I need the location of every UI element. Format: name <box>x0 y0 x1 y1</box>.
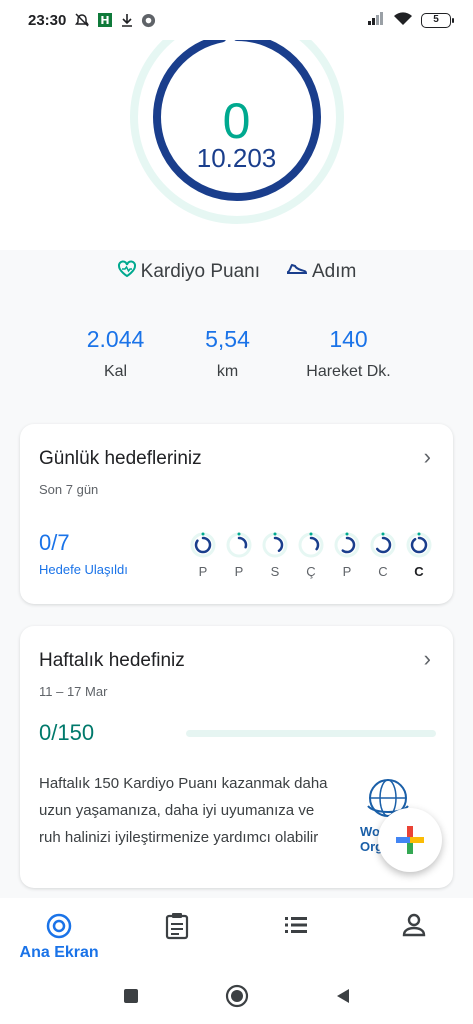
svg-text:H: H <box>101 14 110 27</box>
weekly-description: Haftalık 150 Kardiyo Puanı kazanmak daha… <box>39 775 328 846</box>
day-letter: S <box>270 564 280 579</box>
daily-goals-card[interactable]: Günlük hedefleriniz › Son 7 gün 0/7 Hede… <box>20 424 453 604</box>
browse-list-icon <box>284 917 307 933</box>
day-letter: P <box>234 564 244 579</box>
alarm-off-icon <box>74 12 90 28</box>
day-rings: PPSÇPCC <box>186 532 436 579</box>
nav-profile[interactable] <box>364 912 464 938</box>
day-ring-item: S <box>258 532 292 579</box>
stat-calories[interactable]: 2.044 Kal <box>60 326 172 381</box>
day-ring-icon <box>226 532 252 558</box>
date-range: 11 – 17 Mar <box>39 684 108 699</box>
shoe-icon <box>286 260 308 284</box>
stat-value: 5,54 <box>205 326 250 352</box>
day-ring-icon <box>298 532 324 558</box>
day-ring-item: P <box>330 532 364 579</box>
heart-icon <box>117 260 137 284</box>
day-ring-item: P <box>186 532 220 579</box>
chevron-right-icon[interactable]: › <box>424 444 431 470</box>
daily-goal-count-label: Hedefe Ulaşıldı <box>39 562 128 577</box>
stat-label: km <box>216 363 239 380</box>
day-ring-icon <box>406 532 432 558</box>
weekly-goal-count: 0/150 <box>39 720 95 745</box>
stat-move-minutes[interactable]: 140 Hareket Dk. <box>284 326 414 381</box>
circle-icon <box>225 984 248 1008</box>
card-subtitle: Son 7 gün <box>39 482 99 497</box>
back-triangle-icon <box>336 989 349 1003</box>
weekly-progress-bar <box>186 730 436 737</box>
home-button[interactable] <box>224 983 250 1009</box>
stat-value: 2.044 <box>86 326 145 352</box>
nav-journal[interactable] <box>127 912 227 940</box>
square-icon <box>123 989 138 1003</box>
system-navigation-bar <box>0 968 473 1024</box>
legend-cardio[interactable]: Kardiyo Puanı <box>117 260 260 284</box>
day-ring-item: C <box>402 532 436 579</box>
day-ring-item: C <box>366 532 400 579</box>
daily-goal-count: 0/7 <box>39 530 70 555</box>
nav-browse[interactable] <box>246 912 346 938</box>
stat-label: Kal <box>103 363 128 380</box>
day-ring-icon <box>262 532 288 558</box>
day-ring-icon <box>334 532 360 558</box>
app-notification-icon: H <box>97 12 113 28</box>
battery-icon: 5 <box>421 12 454 28</box>
stat-label: Hareket Dk. <box>306 363 391 380</box>
nav-home[interactable]: Ana Ekran <box>9 912 109 962</box>
add-activity-button[interactable] <box>378 808 442 872</box>
day-letter: C <box>414 564 424 579</box>
day-letter: C <box>378 564 388 579</box>
day-ring-icon <box>370 532 396 558</box>
legend-cardio-label: Kardiyo Puanı <box>140 261 260 282</box>
steps-value: 10.203 <box>196 143 277 173</box>
journal-icon <box>166 913 189 940</box>
stats-row: 2.044 Kal 5,54 km 140 Hareket Dk. <box>0 326 473 381</box>
day-ring-icon <box>190 532 216 558</box>
day-ring-item: Ç <box>294 532 328 579</box>
stat-distance[interactable]: 5,54 km <box>172 326 284 381</box>
cardio-points-value: 0 <box>222 93 251 149</box>
day-letter: P <box>198 564 208 579</box>
home-ring-icon <box>46 913 72 939</box>
recents-button[interactable] <box>118 983 144 1009</box>
back-button[interactable] <box>330 983 356 1009</box>
day-ring-item: P <box>222 532 256 579</box>
status-time: 23:30 <box>28 11 67 29</box>
card-title: Günlük hedefleriniz <box>39 448 202 469</box>
legend-steps-label: Adım <box>312 261 357 282</box>
day-letter: P <box>342 564 352 579</box>
status-bar: 23:30 H 5 <box>0 0 473 40</box>
signal-icon <box>367 11 385 29</box>
plus-icon <box>396 826 424 854</box>
chevron-right-icon[interactable]: › <box>424 646 431 672</box>
ring-legend: Kardiyo Puanı Adım <box>0 260 473 284</box>
download-icon <box>120 12 134 28</box>
profile-icon <box>402 913 426 937</box>
stat-value: 140 <box>329 326 368 352</box>
bottom-navigation: Ana Ekran <box>0 898 473 968</box>
chrome-icon <box>141 13 156 28</box>
wifi-icon <box>393 11 413 30</box>
nav-home-label: Ana Ekran <box>19 944 99 961</box>
card-title: Haftalık hedefiniz <box>39 650 185 671</box>
legend-steps[interactable]: Adım <box>286 260 356 284</box>
day-letter: Ç <box>306 564 316 579</box>
